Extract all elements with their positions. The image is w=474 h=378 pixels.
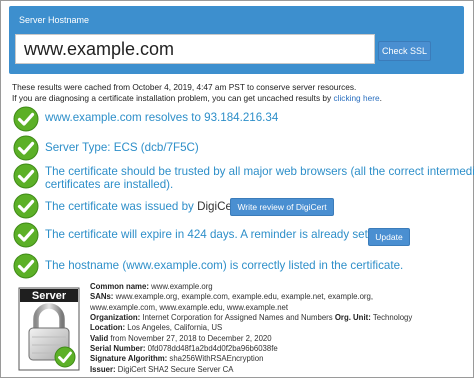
hostname-input[interactable]: [15, 34, 375, 64]
green-check-icon: [13, 193, 39, 219]
serial-value: 0fd078dd48f1a2bd4d0f2ba96b6038fe: [147, 344, 278, 354]
sans-value: www.example.org, example.com, example.ed…: [115, 292, 374, 302]
signature-algorithm-row: Signature Algorithm: sha256WithRSAEncryp…: [90, 354, 412, 364]
green-check-icon: [54, 346, 76, 368]
result-text: The certificate was issued by DigiCert.: [45, 200, 242, 213]
green-check-icon: [13, 135, 39, 161]
result-text: The certificate should be trusted by all…: [45, 165, 474, 178]
green-check-icon: [13, 163, 39, 189]
sans-row-continued: www.example.com, www.example.edu, www.ex…: [90, 302, 289, 312]
valid-label: Valid: [90, 333, 109, 343]
valid-row: Valid from November 27, 2018 to December…: [90, 334, 412, 344]
result-text: www.example.com resolves to 93.184.216.3…: [45, 111, 279, 124]
organization-value: Internet Corporation for Assigned Names …: [142, 313, 333, 323]
issuer-row: Issuer: DigiCert SHA2 Secure Server CA: [90, 365, 412, 375]
result-text: Server Type: ECS (dcb/7F5C): [45, 141, 199, 154]
panel-title: Server Hostname: [19, 15, 90, 25]
certificate-details: Common name: www.example.org SANs: www.e…: [90, 282, 412, 375]
location-label: Location:: [90, 323, 126, 333]
serial-row: Serial Number: 0fd078dd48f1a2bd4d0f2ba96…: [90, 344, 412, 354]
org-unit-value: Technology: [372, 313, 413, 323]
green-check-icon: [13, 222, 39, 248]
server-certificate-graphic: Server: [18, 287, 80, 371]
cache-note-line2-text: If you are diagnosing a certificate inst…: [12, 93, 332, 103]
org-unit-label: Org. Unit:: [334, 313, 371, 323]
issuer-value: DigiCert SHA2 Secure Server CA: [117, 364, 234, 374]
signature-algorithm-value: sha256WithRSAEncryption: [169, 354, 264, 364]
organization-row: Organization: Internet Corporation for A…: [90, 313, 412, 323]
cache-note: These results were cached from October 4…: [12, 82, 382, 104]
sans-row: SANs: www.example.org, example.com, exam…: [90, 292, 412, 302]
check-ssl-button[interactable]: Check SSL: [378, 41, 431, 61]
common-name-value: www.example.org: [151, 282, 213, 291]
cache-note-line2-suffix: .: [379, 93, 382, 103]
organization-label: Organization:: [90, 313, 141, 323]
result-text: The certificate will expire in 424 days.…: [45, 228, 388, 241]
write-review-button[interactable]: Write review of DigiCert: [230, 198, 334, 216]
green-check-icon: [13, 253, 39, 279]
result-text: The hostname (www.example.com) is correc…: [45, 259, 404, 272]
uncached-results-link[interactable]: clicking here: [333, 93, 379, 103]
location-value: Los Angeles, California, US: [127, 323, 223, 333]
common-name-label: Common name:: [90, 282, 149, 291]
green-check-icon: [13, 106, 39, 132]
sans-label: SANs:: [90, 292, 114, 302]
signature-algorithm-label: Signature Algorithm:: [90, 354, 168, 364]
update-button[interactable]: Update: [368, 228, 410, 246]
location-row: Location: Los Angeles, California, US: [90, 323, 412, 333]
cache-note-line2: If you are diagnosing a certificate inst…: [12, 93, 382, 104]
issuer-prefix: The certificate was issued by: [45, 200, 194, 213]
valid-value: from November 27, 2018 to December 2, 20…: [110, 333, 272, 343]
result-text-line2: certificates are installed).: [45, 178, 174, 191]
serial-label: Serial Number:: [90, 344, 146, 354]
common-name-row: Common name: www.example.org: [90, 282, 412, 292]
server-label: Server: [32, 290, 67, 302]
cache-note-line1: These results were cached from October 4…: [12, 82, 357, 92]
issuer-label: Issuer:: [90, 364, 116, 374]
